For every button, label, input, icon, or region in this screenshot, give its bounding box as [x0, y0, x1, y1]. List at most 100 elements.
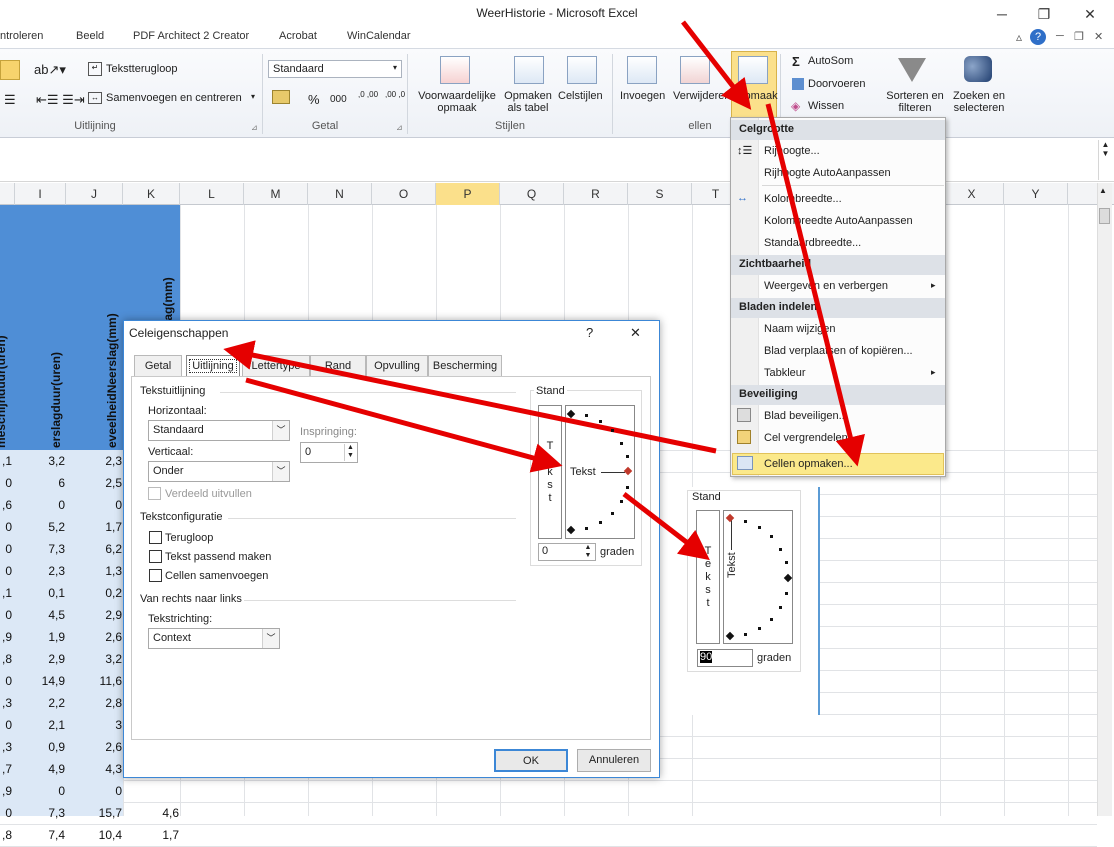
table-cell[interactable]: 15,7 [66, 802, 122, 824]
tab-protection[interactable]: Bescherming [428, 355, 502, 377]
align-left-icon[interactable] [0, 60, 20, 80]
column-header-s[interactable]: S [628, 183, 692, 205]
sort-filter-line2[interactable]: filteren [884, 102, 946, 114]
menu-protect-sheet[interactable]: Blad beveiligen... [764, 410, 848, 422]
tab-developer[interactable]: ntroleren [0, 30, 43, 42]
column-header-j[interactable]: J [66, 183, 123, 205]
menu-rename[interactable]: Naam wijzigen [764, 323, 836, 335]
indent-icons[interactable]: ⇤☰ ☰⇥ [36, 92, 85, 108]
formula-expand-icon[interactable]: ▲ ▼ [1098, 140, 1112, 180]
column-header-x[interactable]: X [940, 183, 1004, 205]
table-cell[interactable]: 0,2 [66, 582, 122, 604]
wrap-text-button[interactable]: Tekstterugloop [106, 63, 178, 75]
table-cell[interactable]: 0 [0, 560, 12, 582]
column-header-l[interactable]: L [180, 183, 244, 205]
table-cell[interactable]: 11,6 [66, 670, 122, 692]
table-cell[interactable]: 0 [0, 538, 12, 560]
table-cell[interactable]: 5,2 [15, 516, 65, 538]
column-header[interactable] [0, 183, 15, 205]
table-cell[interactable]: 2,9 [15, 648, 65, 670]
find-select-line2[interactable]: selecteren [948, 102, 1010, 114]
table-cell[interactable]: ,3 [0, 736, 12, 758]
table-cell[interactable]: ,1 [0, 450, 12, 472]
table-cell[interactable]: 2,6 [66, 626, 122, 648]
clear-button[interactable]: Wissen [808, 100, 844, 112]
tab-acrobat[interactable]: Acrobat [279, 30, 317, 42]
tab-wincalendar[interactable]: WinCalendar [347, 30, 411, 42]
align-right-icon[interactable]: ☰ [4, 92, 16, 108]
column-header-y[interactable]: Y [1004, 183, 1068, 205]
table-cell[interactable]: 6,2 [66, 538, 122, 560]
menu-col-autofit[interactable]: Kolombreedte AutoAanpassen [764, 215, 913, 227]
vertical-text-box[interactable]: Tekst [538, 405, 562, 539]
table-cell[interactable]: 1,9 [15, 626, 65, 648]
cond-format-line1[interactable]: Voorwaardelijke [414, 90, 500, 102]
table-cell[interactable]: 4,6 [123, 802, 179, 824]
spinner-arrows-icon[interactable]: ▲ ▼ [582, 544, 594, 560]
table-cell[interactable]: ,8 [0, 824, 12, 846]
scroll-up-icon[interactable]: ▲ [1099, 186, 1107, 195]
table-cell[interactable]: 0 [0, 604, 12, 626]
doc-close-icon[interactable]: ✕ [1094, 30, 1103, 43]
column-header-k[interactable]: K [123, 183, 180, 205]
table-cell[interactable]: 0 [0, 802, 12, 824]
table-cell[interactable]: 2,3 [66, 450, 122, 472]
table-cell[interactable]: 2,1 [15, 714, 65, 736]
wrap-checkbox[interactable] [149, 531, 162, 544]
table-cell[interactable]: 2,6 [66, 736, 122, 758]
dialog-close-button[interactable]: ✕ [630, 325, 641, 341]
table-cell[interactable]: 0,9 [15, 736, 65, 758]
fill-button[interactable]: Doorvoeren [808, 78, 865, 90]
table-cell[interactable]: 4,5 [15, 604, 65, 626]
column-header-p[interactable]: P [436, 183, 500, 205]
doc-minimize-icon[interactable]: ─ [1056, 30, 1064, 42]
table-cell[interactable]: 2,8 [66, 692, 122, 714]
column-header-r[interactable]: R [564, 183, 628, 205]
indent-spinner[interactable]: 0 ▲ ▼ [300, 442, 358, 463]
tab-pdf-architect[interactable]: PDF Architect 2 Creator [133, 30, 249, 42]
text-direction-select[interactable]: Context ﹀ [148, 628, 280, 649]
menu-move-copy[interactable]: Blad verplaatsen of kopiëren... [764, 345, 913, 357]
tab-border[interactable]: Rand [310, 355, 366, 377]
menu-lock-cell[interactable]: Cel vergrendelen [764, 432, 848, 444]
table-cell[interactable]: 3,2 [66, 648, 122, 670]
degrees-input[interactable]: 0 ▲ ▼ [538, 543, 596, 561]
table-cell[interactable]: 3,2 [15, 450, 65, 472]
inset-vertical-text-box[interactable]: Tekst [696, 510, 720, 644]
table-cell[interactable]: 0 [15, 780, 65, 802]
column-header-o[interactable]: O [372, 183, 436, 205]
shrink-checkbox[interactable] [149, 550, 162, 563]
number-format-select[interactable]: Standaard ▾ [268, 60, 402, 78]
maximize-button[interactable]: ❐ [1030, 4, 1058, 24]
table-cell[interactable]: ,3 [0, 692, 12, 714]
table-cell[interactable]: 0,1 [15, 582, 65, 604]
cond-format-line2[interactable]: opmaak [414, 102, 500, 114]
menu-default-width[interactable]: Standaardbreedte... [764, 237, 861, 249]
ok-button[interactable]: OK [494, 749, 568, 772]
tab-view[interactable]: Beeld [76, 30, 104, 42]
cell-styles-button[interactable]: Celstijlen [558, 90, 603, 102]
table-cell[interactable]: 2,5 [66, 472, 122, 494]
table-cell[interactable]: ,9 [0, 626, 12, 648]
table-cell[interactable]: ,7 [0, 758, 12, 780]
table-cell[interactable]: 1,7 [123, 824, 179, 846]
table-cell[interactable]: 0 [0, 670, 12, 692]
table-cell[interactable]: 0 [0, 516, 12, 538]
insert-button[interactable]: Invoegen [620, 90, 665, 102]
horizontal-select[interactable]: Standaard ﹀ [148, 420, 290, 441]
doc-restore-icon[interactable]: ❐ [1074, 30, 1084, 43]
menu-format-cells[interactable]: Cellen opmaken... [764, 458, 853, 470]
inset-degrees-input[interactable]: 90 [697, 649, 753, 667]
table-cell[interactable]: 0 [0, 472, 12, 494]
decrease-decimal-button[interactable]: ,00 ,0 [385, 90, 409, 99]
tab-font[interactable]: Lettertype [242, 355, 310, 377]
increase-decimal-button[interactable]: ,0 ,00 [358, 90, 382, 99]
menu-col-width[interactable]: Kolombreedte... [764, 193, 842, 205]
merge-center-button[interactable]: Samenvoegen en centreren [106, 92, 242, 104]
find-select-line1[interactable]: Zoeken en [948, 90, 1010, 102]
number-launcher-icon[interactable]: ⊿ [396, 123, 403, 132]
table-cell[interactable]: 10,4 [66, 824, 122, 846]
table-cell[interactable]: 14,9 [15, 670, 65, 692]
table-cell[interactable]: 0 [66, 494, 122, 516]
format-table-line2[interactable]: als tabel [500, 102, 556, 114]
